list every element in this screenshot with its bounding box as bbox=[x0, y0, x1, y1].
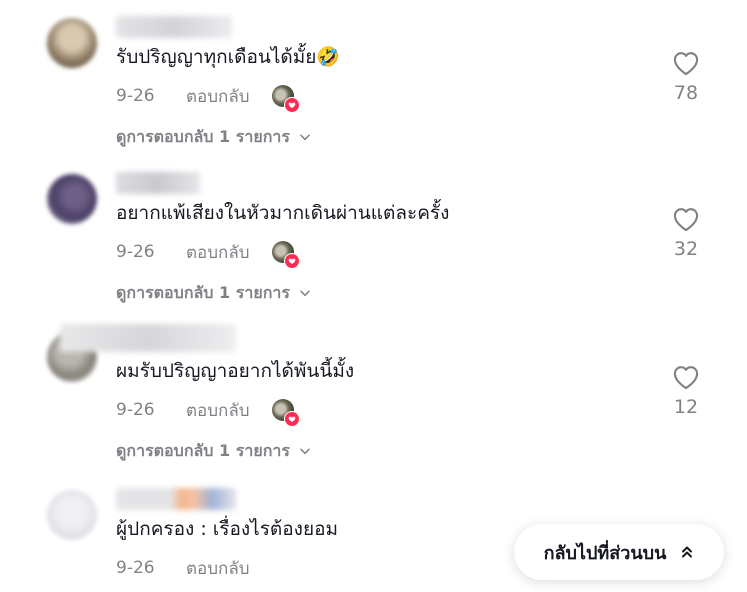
comment-date: 9-26 bbox=[116, 242, 155, 262]
view-replies-button[interactable]: ดูการตอบกลับ 1 รายการ bbox=[116, 440, 312, 462]
chevron-down-icon bbox=[300, 134, 310, 141]
back-to-top-label: กลับไปที่ส่วนบน bbox=[543, 542, 667, 564]
username-blurred[interactable] bbox=[116, 172, 200, 194]
view-replies-button[interactable]: ดูการตอบกลับ 1 รายการ bbox=[116, 126, 312, 148]
avatar[interactable] bbox=[47, 490, 97, 540]
comment-date: 9-26 bbox=[116, 558, 155, 578]
comment-text: ผมรับปริญญาอยากได้พันนี้มั้ง bbox=[116, 360, 355, 382]
like-button[interactable]: 78 bbox=[664, 50, 708, 104]
like-button[interactable]: 12 bbox=[664, 364, 708, 418]
avatar[interactable] bbox=[47, 18, 97, 68]
comment-date: 9-26 bbox=[116, 400, 155, 420]
heart-outline-icon bbox=[673, 52, 699, 76]
avatar[interactable] bbox=[47, 174, 97, 224]
view-replies-label: ดูการตอบกลับ 1 รายการ bbox=[116, 440, 290, 460]
comment-meta: 9-26 ตอบกลับ bbox=[116, 556, 250, 580]
username-blurred[interactable] bbox=[116, 16, 232, 38]
view-replies-label: ดูการตอบกลับ 1 รายการ bbox=[116, 282, 290, 302]
back-to-top-button[interactable]: กลับไปที่ส่วนบน bbox=[514, 524, 724, 580]
like-count: 12 bbox=[673, 396, 699, 418]
creator-liked-avatar bbox=[271, 399, 300, 427]
like-count: 78 bbox=[673, 82, 699, 104]
reply-button[interactable]: ตอบกลับ bbox=[186, 239, 250, 266]
comment-text: รับปริญญาทุกเดือนได้มั้ย🤣 bbox=[116, 46, 341, 68]
username-blurred[interactable] bbox=[116, 488, 236, 510]
like-button[interactable]: 32 bbox=[664, 206, 708, 260]
double-chevron-up-icon bbox=[682, 546, 693, 558]
view-replies-button[interactable]: ดูการตอบกลับ 1 รายการ bbox=[116, 282, 312, 304]
chevron-down-icon bbox=[300, 290, 310, 297]
reply-button[interactable]: ตอบกลับ bbox=[186, 555, 250, 582]
view-replies-label: ดูการตอบกลับ 1 รายการ bbox=[116, 126, 290, 146]
username-blurred[interactable] bbox=[60, 324, 236, 352]
heart-badge-icon bbox=[283, 97, 300, 113]
comment-meta: 9-26 ตอบกลับ bbox=[116, 239, 300, 269]
reply-button[interactable]: ตอบกลับ bbox=[186, 83, 250, 110]
chevron-down-icon bbox=[300, 448, 310, 455]
creator-liked-avatar bbox=[271, 85, 300, 113]
creator-liked-avatar bbox=[271, 241, 300, 269]
heart-outline-icon bbox=[673, 208, 699, 232]
reply-button[interactable]: ตอบกลับ bbox=[186, 397, 250, 424]
comment-text: อยากแพ้เสียงในหัวมากเดินผ่านแต่ละครั้ง bbox=[116, 202, 450, 224]
heart-badge-icon bbox=[283, 411, 300, 427]
comment-meta: 9-26 ตอบกลับ bbox=[116, 397, 300, 427]
heart-outline-icon bbox=[673, 366, 699, 390]
comment-text: ผู้ปกครอง : เรื่องไรต้องยอม bbox=[116, 518, 339, 540]
like-count: 32 bbox=[673, 238, 699, 260]
comment-meta: 9-26 ตอบกลับ bbox=[116, 83, 300, 113]
comment-date: 9-26 bbox=[116, 86, 155, 106]
heart-badge-icon bbox=[283, 253, 300, 269]
